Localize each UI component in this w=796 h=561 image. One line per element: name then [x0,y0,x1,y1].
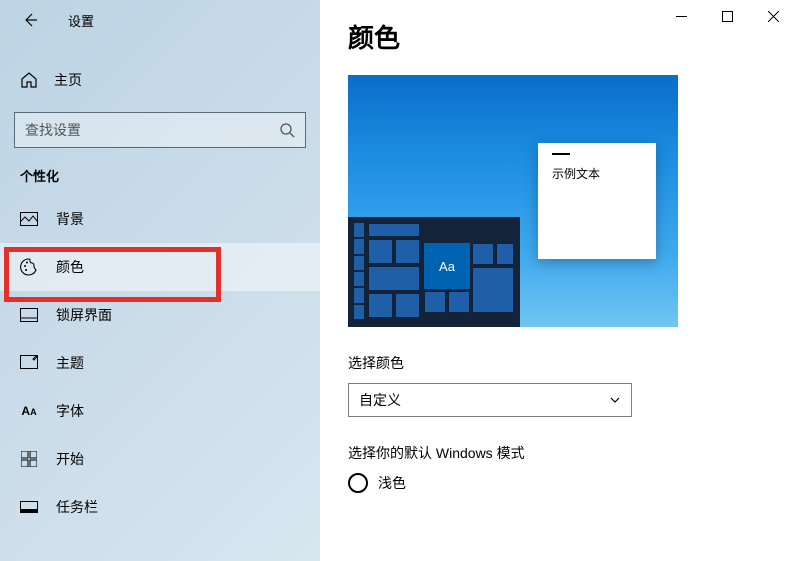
choose-color-label: 选择颜色 [348,353,768,373]
close-icon [768,11,779,22]
home-button[interactable]: 主页 [0,58,320,102]
palette-icon [20,258,38,276]
choose-color-select[interactable]: 自定义 [348,383,632,417]
minimize-icon [676,11,687,22]
sidebar-item-label: 任务栏 [56,497,98,517]
sidebar-item-font[interactable]: AA 字体 [0,387,320,435]
theme-icon [20,354,38,372]
search-box[interactable] [14,112,306,148]
choose-color-value: 自定义 [359,390,401,410]
sidebar-item-label: 背景 [56,209,84,229]
sidebar-item-label: 锁屏界面 [56,305,112,325]
sidebar-item-background[interactable]: 背景 [0,195,320,243]
sidebar-item-color[interactable]: 颜色 [0,243,320,291]
taskbar-icon [20,498,38,516]
light-mode-label: 浅色 [378,473,406,493]
maximize-icon [722,11,733,22]
sidebar-item-label: 颜色 [56,257,84,277]
arrow-left-icon [22,12,38,28]
minimize-button[interactable] [658,0,704,32]
close-button[interactable] [750,0,796,32]
preview-sample-window: 示例文本 [538,143,656,259]
home-icon [20,71,38,89]
sidebar: 设置 主页 个性化 背景 颜色 锁屏界面 [0,0,320,561]
sidebar-item-label: 主题 [56,353,84,373]
color-preview: 示例文本 Aa [348,75,678,327]
preview-sample-text: 示例文本 [552,165,642,182]
font-icon: AA [20,402,38,420]
radio-icon [348,473,368,493]
window-controls [658,0,796,32]
window-title: 设置 [68,11,94,30]
search-icon [279,122,295,138]
maximize-button[interactable] [704,0,750,32]
preview-accent-bar [552,153,570,155]
section-label: 个性化 [0,148,320,195]
main-content: 颜色 示例文本 Aa [320,0,796,561]
sidebar-item-lockscreen[interactable]: 锁屏界面 [0,291,320,339]
lockscreen-icon [20,306,38,324]
titlebar: 设置 [0,0,320,40]
sidebar-item-theme[interactable]: 主题 [0,339,320,387]
chevron-down-icon [609,394,621,406]
preview-aa-tile: Aa [424,243,470,289]
sidebar-item-label: 字体 [56,401,84,421]
sidebar-item-start[interactable]: 开始 [0,435,320,483]
default-mode-label: 选择你的默认 Windows 模式 [348,443,768,463]
back-button[interactable] [20,10,40,30]
sidebar-item-label: 开始 [56,449,84,469]
search-input[interactable] [25,122,279,138]
preview-start-menu: Aa [348,217,520,327]
sidebar-item-taskbar[interactable]: 任务栏 [0,483,320,531]
start-icon [20,450,38,468]
light-mode-radio[interactable]: 浅色 [348,473,768,493]
home-label: 主页 [54,70,82,90]
image-icon [20,210,38,228]
